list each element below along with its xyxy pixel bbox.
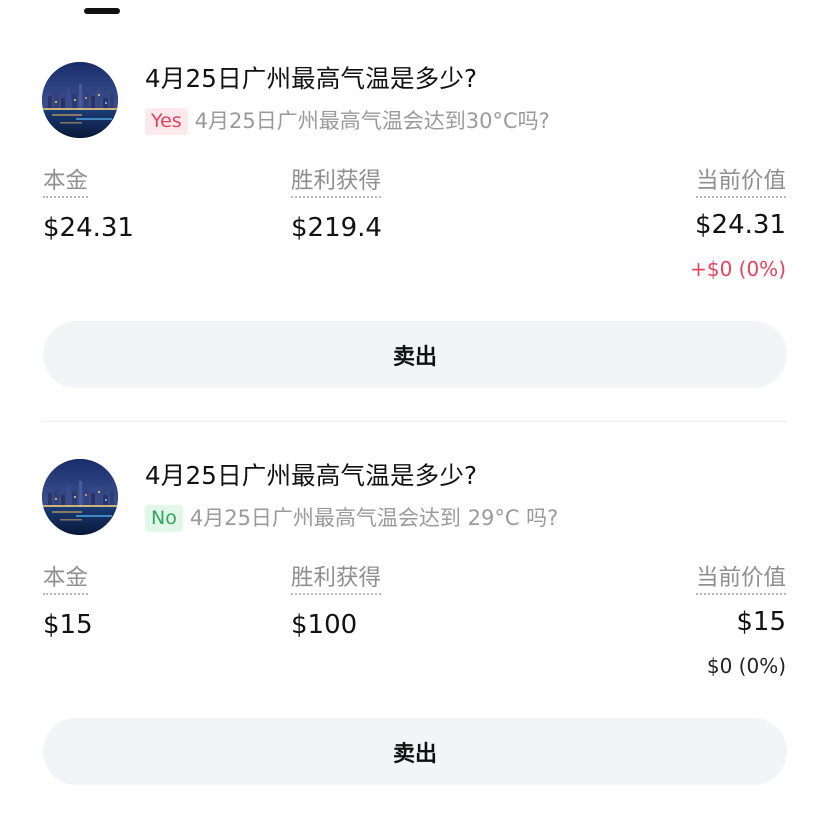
principal-value: $15 — [43, 610, 93, 640]
value-change: $0 (0%) — [706, 654, 786, 678]
guangzhou-city-night-image — [42, 62, 118, 138]
sell-button[interactable]: 卖出 — [43, 718, 787, 785]
win-amount-label[interactable]: 胜利获得 — [291, 166, 382, 198]
principal-label[interactable]: 本金 — [43, 563, 89, 595]
current-value-label[interactable]: 当前价值 — [695, 166, 786, 198]
position-outcome: Yes 4月25日广州最高气温会达到30°C吗? — [145, 107, 550, 135]
principal-value: $24.31 — [43, 213, 134, 243]
card-divider — [43, 421, 787, 422]
guangzhou-city-night-image — [42, 459, 118, 535]
market-question: 4月25日广州最高气温会达到 29°C 吗? — [189, 506, 559, 530]
drag-handle[interactable] — [84, 8, 120, 14]
position-outcome: No 4月25日广州最高气温会达到 29°C 吗? — [145, 504, 558, 532]
market-question: 4月25日广州最高气温会达到30°C吗? — [194, 109, 550, 133]
market-title[interactable]: 4月25日广州最高气温是多少? — [145, 63, 477, 95]
market-avatar — [42, 62, 118, 138]
market-avatar — [42, 459, 118, 535]
win-amount-label[interactable]: 胜利获得 — [291, 563, 382, 595]
position-card: 4月25日广州最高气温是多少? No 4月25日广州最高气温会达到 29°C 吗… — [0, 437, 829, 817]
current-value-label[interactable]: 当前价值 — [695, 563, 786, 595]
win-amount-value: $100 — [291, 610, 358, 640]
sell-button[interactable]: 卖出 — [43, 321, 787, 388]
win-amount-value: $219.4 — [291, 213, 382, 243]
outcome-badge: No — [145, 504, 183, 532]
position-card: 4月25日广州最高气温是多少? Yes 4月25日广州最高气温会达到30°C吗?… — [0, 40, 829, 420]
value-change: +$0 (0%) — [690, 257, 786, 281]
current-value: $15 — [736, 607, 786, 637]
outcome-badge: Yes — [145, 107, 188, 135]
current-value: $24.31 — [695, 210, 786, 240]
principal-label[interactable]: 本金 — [43, 166, 89, 198]
market-title[interactable]: 4月25日广州最高气温是多少? — [145, 460, 477, 492]
